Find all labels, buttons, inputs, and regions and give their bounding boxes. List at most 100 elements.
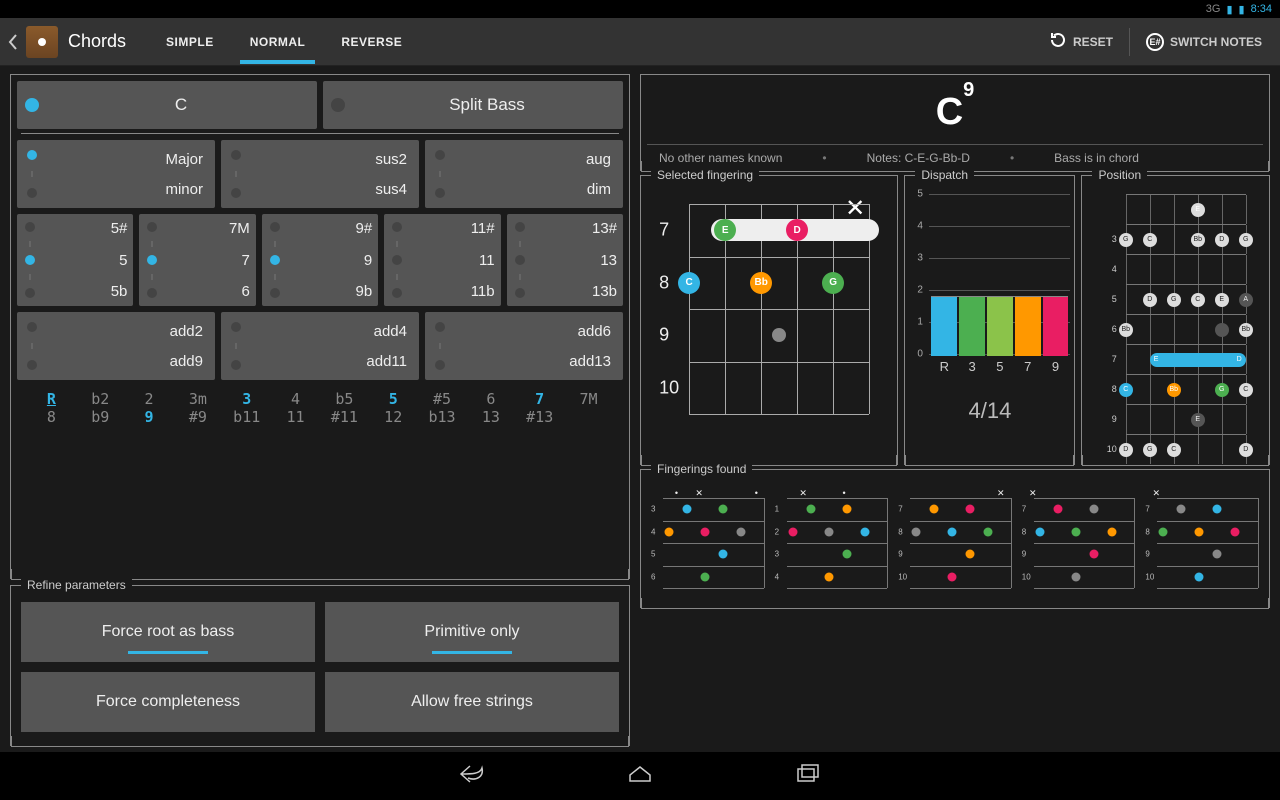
interval-13[interactable]: 13 [466,408,515,426]
option-aug: aug [453,151,611,168]
ext-selector-2[interactable]: 9#99b [262,214,378,306]
add-selector-0[interactable]: add2add9 [17,312,215,380]
fret-dot-G: G [822,272,844,294]
tab-normal[interactable]: NORMAL [234,21,322,63]
interval-7M[interactable]: 7M [564,390,613,408]
fret-dot-Bb: Bb [750,272,772,294]
add-selector-1[interactable]: add4add11 [221,312,419,380]
app-bar: Chords SIMPLE NORMAL REVERSE RESET E# SW… [0,18,1280,66]
dispatch-legend: Dispatch [915,168,974,182]
option-major: Major [45,151,203,168]
radio-off-icon [331,98,345,112]
interval-9[interactable]: 9 [125,408,174,426]
chord-base: C [936,91,963,133]
chord-sup: 9 [963,79,974,101]
option-sus4: sus4 [249,181,407,198]
selected-fingering-legend: Selected fingering [651,168,759,182]
result-header-panel: C9 No other names known • Notes: C-E-G-B… [640,74,1270,171]
refine-btn-2[interactable]: Force completeness [21,672,315,732]
app-logo-icon[interactable] [26,26,58,58]
fingering-2[interactable]: ✕78910 [896,488,1014,598]
recents-nav-icon[interactable] [794,763,822,790]
net-label: 3G [1206,3,1221,15]
root-note-label: C [53,95,309,115]
ext-selector-4[interactable]: 13#1313b [507,214,623,306]
chord-name: C9 [647,81,1263,144]
fingerings-found-panel: Fingerings found •✕•3456✕•1234✕78910✕789… [640,469,1270,608]
neck-position-diagram[interactable]: E3GCBbDG45DGCEA6BbBb7ED8CBbGC9E10DGCD [1106,194,1246,454]
refine-btn-3[interactable]: Allow free strings [325,672,619,732]
interval-6[interactable]: 6 [466,390,515,408]
interval-[interactable] [564,408,613,426]
refine-btn-0[interactable]: Force root as bass [21,602,315,662]
refine-panel: Refine parameters Force root as bassPrim… [10,585,630,746]
reset-button[interactable]: RESET [1039,23,1123,60]
battery-icon: ▮ [1239,3,1245,16]
dispatch-panel: Dispatch 543210 R3579 4/14 [904,175,1075,465]
interval-b9[interactable]: b9 [76,408,125,426]
interval-4[interactable]: 4 [271,390,320,408]
interval-12[interactable]: 12 [369,408,418,426]
interval-#13[interactable]: #13 [515,408,564,426]
chord-builder-panel: C Split Bass Major minor [10,74,630,579]
aug-dim-selector[interactable]: aug dim [425,140,623,208]
interval-#5[interactable]: #5 [418,390,467,408]
ext-selector-0[interactable]: 5#55b [17,214,133,306]
back-icon[interactable] [8,30,20,54]
signal-icon: ▮ [1226,3,1232,16]
page-title: Chords [68,31,126,52]
tab-reverse[interactable]: REVERSE [325,21,418,63]
interval-b11[interactable]: b11 [222,408,271,426]
fingering-3[interactable]: ✕78910 [1020,488,1138,598]
root-note-selector[interactable]: C [17,81,317,129]
option-sus2: sus2 [249,151,407,168]
switch-notes-button[interactable]: E# SWITCH NOTES [1136,25,1272,59]
split-bass-selector[interactable]: Split Bass [323,81,623,129]
android-navbar [0,752,1280,800]
fingering-0[interactable]: •✕•3456 [649,488,767,598]
interval-11[interactable]: 11 [271,408,320,426]
interval-#11[interactable]: #11 [320,408,369,426]
dispatch-chart: 543210 R3579 4/14 [911,194,1068,394]
interval-8[interactable]: 8 [27,408,76,426]
interval-#9[interactable]: #9 [173,408,222,426]
interval-3m[interactable]: 3m [173,390,222,408]
ext-selector-3[interactable]: 11#1111b [384,214,500,306]
ext-selector-1[interactable]: 7M76 [139,214,255,306]
interval-7[interactable]: 7 [515,390,564,408]
fingering-4[interactable]: ✕78910 [1143,488,1261,598]
interval-R[interactable]: R [27,390,76,408]
interval-5[interactable]: 5 [369,390,418,408]
sharp-icon: E# [1146,33,1164,51]
option-dim: dim [453,181,611,198]
refine-legend: Refine parameters [21,578,132,592]
add-selector-2[interactable]: add6add13 [425,312,623,380]
option-minor: minor [45,181,203,198]
interval-3[interactable]: 3 [222,390,271,408]
interval-b13[interactable]: b13 [418,408,467,426]
bass-info: Bass is in chord [1054,151,1139,165]
chord-info: No other names known • Notes: C-E-G-Bb-D… [647,144,1263,171]
tab-simple[interactable]: SIMPLE [150,21,230,63]
divider [21,133,619,134]
dispatch-count[interactable]: 4/14 [911,398,1068,424]
fret-dot-E: E [714,219,736,241]
interval-2[interactable]: 2 [125,390,174,408]
interval-b2[interactable]: b2 [76,390,125,408]
back-nav-icon[interactable] [458,763,486,790]
chord-notes: Notes: C-E-G-Bb-D [867,151,970,165]
selected-fingering-panel: Selected fingering ✕ 78910EDCBbG [640,175,898,465]
quality-selector[interactable]: Major minor [17,140,215,208]
fingering-1[interactable]: ✕•1234 [773,488,891,598]
divider [1129,28,1130,56]
clock: 8:34 [1251,3,1272,15]
fret-dot-C: C [678,272,700,294]
fretboard-diagram[interactable]: ✕ 78910EDCBbG [659,194,879,424]
fingerings-legend: Fingerings found [651,462,752,476]
switch-label: SWITCH NOTES [1170,35,1262,49]
home-nav-icon[interactable] [626,763,654,790]
fret-dot-D: D [786,219,808,241]
interval-b5[interactable]: b5 [320,390,369,408]
refine-btn-1[interactable]: Primitive only [325,602,619,662]
sus-selector[interactable]: sus2 sus4 [221,140,419,208]
